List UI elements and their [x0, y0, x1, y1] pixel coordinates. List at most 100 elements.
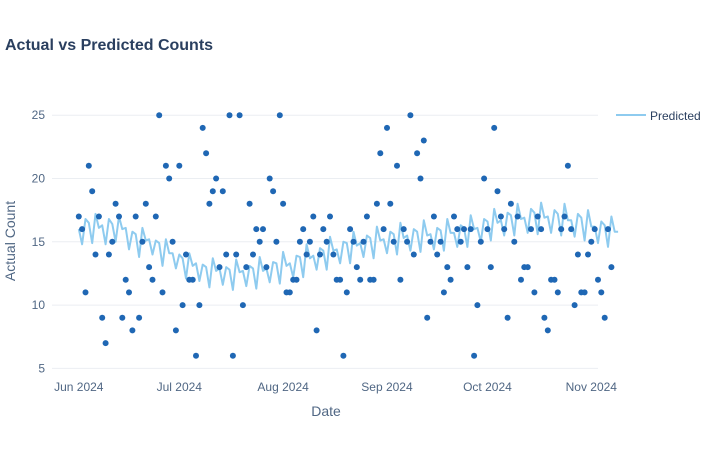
actual-point [176, 162, 183, 169]
actual-point [370, 276, 377, 283]
actual-point [82, 289, 89, 296]
actual-point [514, 213, 521, 220]
chart-title: Actual vs Predicted Counts [5, 37, 213, 54]
actual-point [320, 226, 327, 233]
actual-point [223, 251, 230, 258]
actual-point [568, 226, 575, 233]
actual-point [209, 188, 216, 195]
actual-point [437, 238, 444, 245]
actual-point [327, 213, 333, 220]
actual-point [229, 352, 236, 359]
actual-point [524, 264, 531, 271]
actual-point [343, 289, 350, 296]
actual-point [246, 200, 253, 207]
x-axis-title: Date [311, 403, 341, 419]
actual-point [313, 327, 320, 334]
x-tick-label: Jul 2024 [157, 380, 203, 394]
actual-point [250, 251, 256, 258]
actual-point [162, 162, 169, 169]
actual-point [152, 213, 159, 220]
actual-point [317, 251, 323, 258]
actual-point [189, 276, 196, 283]
actual-point [146, 264, 153, 271]
actual-point [119, 314, 126, 321]
actual-point [487, 264, 494, 271]
actual-point [430, 213, 437, 220]
actual-point [501, 226, 508, 233]
actual-point [306, 238, 313, 245]
actual-point [136, 314, 143, 321]
actual-point [574, 251, 581, 258]
actual-point [554, 289, 561, 296]
x-tick-label: Nov 2024 [566, 380, 618, 394]
y-tick-label: 20 [32, 171, 46, 185]
actual-point [464, 264, 471, 271]
y-tick-label: 25 [32, 108, 46, 122]
actual-point [451, 213, 457, 220]
actual-point [491, 124, 498, 131]
actual-point [595, 276, 601, 283]
actual-point [330, 251, 337, 258]
actual-point [585, 251, 591, 258]
actual-point [474, 302, 481, 309]
actual-point [112, 200, 119, 207]
actual-point [360, 238, 367, 245]
actual-point [270, 188, 277, 195]
actual-point [300, 226, 307, 233]
actual-point [390, 238, 397, 245]
actual-point [531, 289, 538, 296]
actual-point [193, 352, 199, 359]
actual-point [410, 251, 417, 258]
y-axis-ticks: 5 10 15 20 25 [32, 108, 46, 375]
actual-point [236, 112, 243, 119]
actual-point [504, 314, 511, 321]
actual-point [534, 213, 541, 220]
actual-point [199, 124, 206, 131]
actual-point [605, 226, 611, 233]
legend[interactable]: Predicted [616, 109, 701, 123]
actual-point [256, 238, 263, 245]
actual-point [424, 314, 431, 321]
actual-point [420, 137, 427, 144]
chart: Actual vs Predicted Counts 5 10 15 20 25 Jun… [2, 37, 701, 419]
actual-point [139, 238, 146, 245]
actual-point [99, 314, 106, 321]
actual-point [276, 112, 283, 119]
actual-point [347, 226, 354, 233]
actual-point [129, 327, 136, 334]
actual-point [434, 251, 441, 258]
actual-point [377, 150, 384, 157]
actual-point [457, 238, 464, 245]
actual-point [183, 251, 189, 258]
actual-point [233, 251, 240, 258]
actual-point [95, 213, 102, 220]
actual-point [203, 150, 210, 157]
actual-point [440, 289, 447, 296]
actual-point [538, 226, 545, 233]
actual-point [454, 226, 461, 233]
actual-point [216, 264, 223, 271]
actual-point [581, 289, 588, 296]
actual-point [116, 213, 122, 220]
actual-point [404, 238, 411, 245]
actual-point [226, 112, 233, 119]
actual-point [528, 226, 534, 233]
actual-point [75, 213, 82, 220]
actual-point [85, 162, 92, 169]
actual-point [588, 238, 595, 245]
actual-point [571, 302, 578, 309]
actual-point [544, 327, 551, 334]
actual-point [608, 264, 615, 271]
actual-point [280, 200, 287, 207]
actual-point [239, 302, 246, 309]
actual-point [142, 200, 149, 207]
actual-point [477, 238, 484, 245]
actual-point [169, 238, 176, 245]
actual-point [591, 226, 598, 233]
actual-series [75, 112, 615, 359]
actual-point [400, 226, 407, 233]
x-tick-label: Jun 2024 [54, 380, 104, 394]
actual-point [263, 264, 270, 271]
actual-point [219, 188, 226, 195]
actual-point [394, 162, 400, 169]
